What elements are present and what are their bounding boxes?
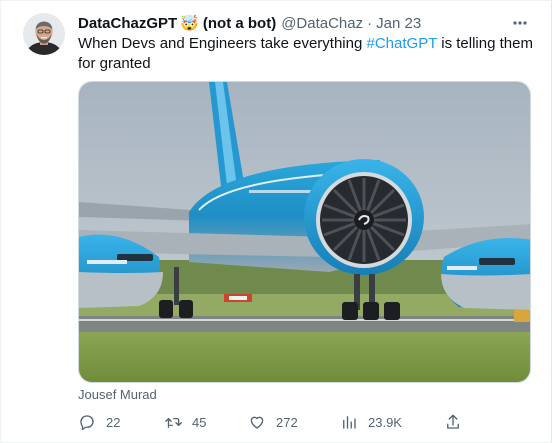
retweet-button[interactable]: 45 [164, 409, 206, 435]
exploding-head-emoji: 🤯 [180, 15, 199, 32]
tweet-text-before: When Devs and Engineers take everything [78, 35, 367, 52]
avatar[interactable] [23, 13, 65, 55]
tweet-date[interactable]: Jan 23 [376, 15, 421, 32]
retweet-icon [165, 417, 182, 428]
media-caption: Jousef Murad [78, 387, 157, 402]
like-count: 272 [276, 414, 298, 430]
analytics-icon [343, 416, 356, 429]
reply-button[interactable]: 22 [78, 409, 120, 435]
avatar-image [23, 13, 65, 55]
share-icon [447, 414, 459, 429]
more-options-button[interactable] [509, 12, 531, 34]
views-button[interactable]: 23.9K [340, 409, 402, 435]
separator-dot: · [367, 14, 373, 32]
hashtag-link[interactable]: #ChatGPT [367, 35, 438, 52]
more-horizontal-icon [513, 21, 527, 25]
display-name-suffix[interactable]: (not a bot) [203, 15, 276, 32]
tweet-media-image[interactable] [78, 81, 531, 383]
heart-icon [250, 416, 264, 429]
user-handle[interactable]: @DataChaz [281, 15, 363, 32]
tweet-text: When Devs and Engineers take everything … [78, 34, 533, 74]
like-button[interactable]: 272 [248, 409, 298, 435]
views-count: 23.9K [368, 414, 402, 430]
retweet-count: 45 [192, 414, 207, 430]
tweet-actions-bar: 22 45 272 23.9K [78, 409, 518, 435]
tweet-header: DataChazGPT 🤯 (not a bot) @DataChaz · Ja… [78, 13, 421, 33]
reply-count: 22 [106, 414, 121, 430]
share-button[interactable] [444, 409, 472, 435]
tweet-card[interactable]: DataChazGPT 🤯 (not a bot) @DataChaz · Ja… [0, 0, 552, 443]
airplanes-photo [79, 82, 530, 382]
display-name[interactable]: DataChazGPT [78, 15, 177, 32]
reply-icon [80, 415, 94, 431]
